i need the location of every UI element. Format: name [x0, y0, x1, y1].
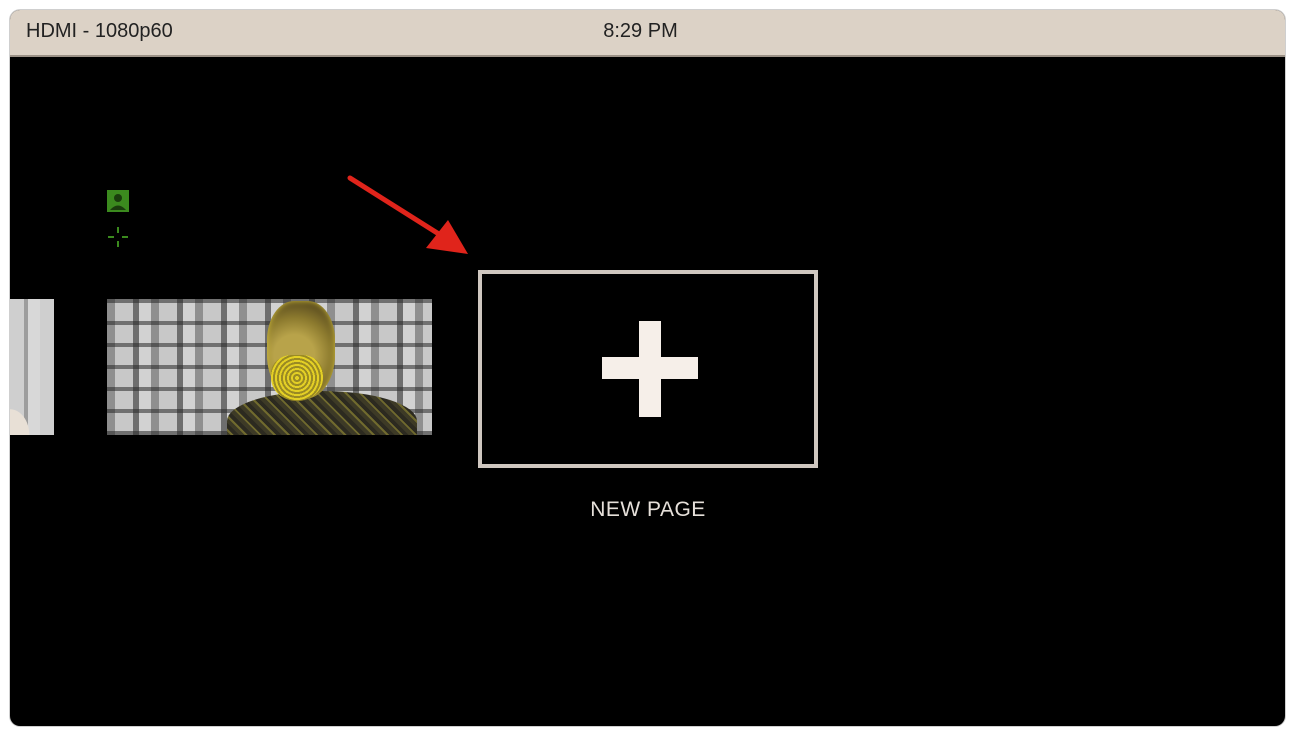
clock: 8:29 PM	[603, 20, 678, 42]
new-page-button[interactable]	[478, 270, 818, 468]
page-thumbnail-previous[interactable]	[10, 299, 54, 435]
status-bar: HDMI - 1080p60 8:29 PM	[10, 10, 1285, 57]
person-icon	[107, 190, 129, 212]
monitor-screen: HDMI - 1080p60 8:29 PM NEW PAGE	[10, 10, 1285, 726]
page-thumbnail-current[interactable]	[107, 299, 432, 435]
plus-icon	[602, 321, 698, 417]
page-carousel: NEW PAGE	[10, 57, 1285, 726]
red-arrow-annotation	[347, 175, 468, 254]
new-page-label: NEW PAGE	[590, 498, 706, 521]
crosshair-icon	[106, 225, 130, 249]
